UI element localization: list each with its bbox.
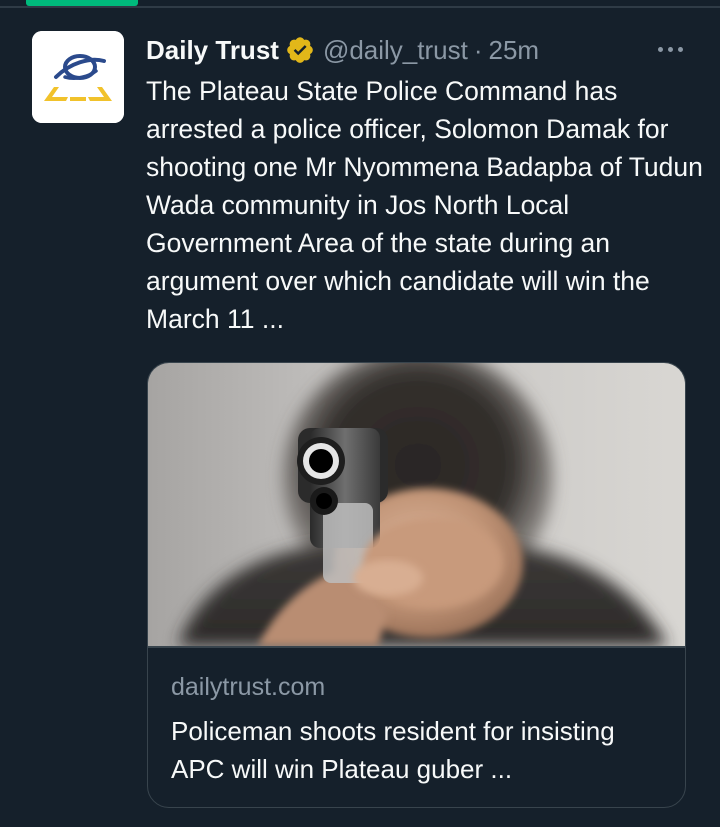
verified-badge-icon <box>287 37 313 63</box>
top-divider <box>0 6 720 8</box>
link-card[interactable]: dailytrust.com Policeman shoots resident… <box>147 362 686 808</box>
card-domain: dailytrust.com <box>171 673 326 701</box>
tweet-timestamp[interactable]: 25m <box>489 35 540 66</box>
card-divider <box>148 646 685 648</box>
card-title: Policeman shoots resident for insisting … <box>171 716 615 784</box>
author-name[interactable]: Daily Trust <box>146 35 279 66</box>
more-icon <box>657 46 683 52</box>
avatar[interactable] <box>32 31 124 123</box>
daily-trust-logo-icon <box>32 31 124 123</box>
tweet-header: Daily Trust @daily_trust · 25m <box>146 32 539 68</box>
card-image[interactable] <box>148 363 685 646</box>
author-handle[interactable]: @daily_trust <box>323 35 468 66</box>
tweet-text: The Plateau State Police Command has arr… <box>146 76 703 334</box>
more-button[interactable] <box>650 34 690 64</box>
handgun-photo <box>148 363 685 646</box>
header-separator: · <box>473 34 483 65</box>
